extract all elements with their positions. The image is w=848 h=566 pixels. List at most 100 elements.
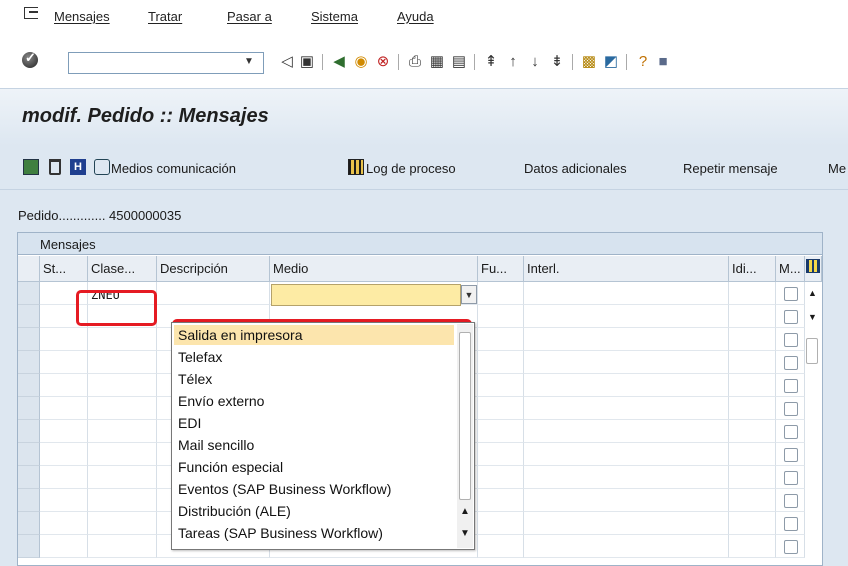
table-cell[interactable] xyxy=(40,443,88,466)
option-eventos-workflow[interactable]: Eventos (SAP Business Workflow) xyxy=(178,481,391,497)
column-header-description[interactable]: Descripción xyxy=(157,256,270,282)
table-cell[interactable] xyxy=(88,489,157,512)
table-cell[interactable] xyxy=(88,420,157,443)
row-selector[interactable] xyxy=(18,397,40,420)
print-icon[interactable]: ⎙ xyxy=(406,52,424,70)
table-cell[interactable] xyxy=(729,351,776,374)
cancel-icon[interactable]: ⊗ xyxy=(374,52,392,70)
table-cell[interactable] xyxy=(776,305,805,328)
row-checkbox[interactable] xyxy=(784,402,798,416)
table-cell[interactable] xyxy=(88,443,157,466)
row-selector[interactable] xyxy=(18,535,40,558)
communication-means-button[interactable]: Medios comunicación xyxy=(111,161,236,176)
table-settings-icon[interactable] xyxy=(806,259,820,273)
first-page-icon[interactable]: ⇞ xyxy=(482,52,500,70)
row-selector[interactable] xyxy=(18,328,40,351)
table-cell[interactable] xyxy=(729,466,776,489)
table-cell[interactable] xyxy=(478,351,524,374)
back-icon[interactable]: ◀ xyxy=(330,52,348,70)
table-cell[interactable] xyxy=(88,397,157,420)
table-cell[interactable] xyxy=(524,420,729,443)
table-cell[interactable] xyxy=(478,374,524,397)
table-cell[interactable] xyxy=(776,466,805,489)
option-funcion-especial[interactable]: Función especial xyxy=(178,459,283,475)
processing-log-icon[interactable] xyxy=(348,159,364,175)
table-cell[interactable] xyxy=(776,351,805,374)
column-header-class[interactable]: Clase... xyxy=(88,256,157,282)
row-checkbox[interactable] xyxy=(784,379,798,393)
menu-pasar-a[interactable]: Pasar a xyxy=(227,9,272,24)
table-cell[interactable] xyxy=(88,328,157,351)
option-tareas-workflow[interactable]: Tareas (SAP Business Workflow) xyxy=(178,525,383,541)
table-cell[interactable] xyxy=(776,443,805,466)
menu-ayuda[interactable]: Ayuda xyxy=(397,9,434,24)
row-selector[interactable] xyxy=(18,420,40,443)
option-envio-externo[interactable]: Envío externo xyxy=(178,393,264,409)
delete-icon[interactable] xyxy=(49,159,61,175)
table-cell[interactable] xyxy=(40,397,88,420)
option-distribucion-ale[interactable]: Distribución (ALE) xyxy=(178,503,291,519)
row-checkbox[interactable] xyxy=(784,287,798,301)
row-selector[interactable] xyxy=(18,466,40,489)
exit-icon[interactable]: ◉ xyxy=(352,52,370,70)
scroll-up-icon[interactable]: ▲ xyxy=(808,288,817,298)
table-cell[interactable] xyxy=(40,420,88,443)
table-cell[interactable] xyxy=(776,489,805,512)
new-session-icon[interactable]: ▩ xyxy=(580,52,598,70)
table-cell[interactable] xyxy=(776,512,805,535)
table-cell[interactable] xyxy=(776,328,805,351)
menu-icon[interactable] xyxy=(24,7,38,19)
table-cell[interactable] xyxy=(729,443,776,466)
table-cell[interactable] xyxy=(524,282,729,305)
help-icon[interactable]: ? xyxy=(634,52,652,70)
layout-menu-icon[interactable]: ■ xyxy=(654,52,672,70)
table-cell[interactable] xyxy=(524,512,729,535)
option-telefax[interactable]: Telefax xyxy=(178,349,222,365)
table-cell[interactable] xyxy=(478,282,524,305)
dropdown-scrollbar[interactable]: ▲ ▼ xyxy=(457,324,473,548)
dropdown-scroll-down-icon[interactable]: ▼ xyxy=(460,528,470,539)
table-cell[interactable] xyxy=(776,420,805,443)
row-selector[interactable] xyxy=(18,443,40,466)
row-selector[interactable] xyxy=(18,489,40,512)
table-cell[interactable] xyxy=(729,282,776,305)
row-checkbox[interactable] xyxy=(784,448,798,462)
menu-mensajes[interactable]: Mensajes xyxy=(54,9,110,24)
row-checkbox[interactable] xyxy=(784,425,798,439)
table-cell[interactable] xyxy=(524,466,729,489)
table-cell[interactable] xyxy=(524,535,729,558)
table-cell[interactable] xyxy=(776,535,805,558)
table-cell[interactable] xyxy=(88,466,157,489)
table-cell[interactable] xyxy=(40,351,88,374)
table-cell[interactable] xyxy=(478,443,524,466)
find-next-icon[interactable]: ▤ xyxy=(450,52,468,70)
more-button[interactable]: Me xyxy=(828,161,846,176)
table-cell[interactable] xyxy=(40,489,88,512)
table-cell[interactable] xyxy=(776,397,805,420)
row-checkbox[interactable] xyxy=(784,471,798,485)
table-cell[interactable] xyxy=(729,535,776,558)
row-checkbox[interactable] xyxy=(784,310,798,324)
table-cell[interactable] xyxy=(157,282,270,305)
option-mail-sencillo[interactable]: Mail sencillo xyxy=(178,437,254,453)
table-cell[interactable] xyxy=(478,328,524,351)
communication-means-icon[interactable] xyxy=(94,159,110,175)
table-cell[interactable] xyxy=(524,443,729,466)
table-cell[interactable] xyxy=(524,374,729,397)
table-cell[interactable] xyxy=(776,374,805,397)
table-cell[interactable] xyxy=(729,397,776,420)
row-checkbox[interactable] xyxy=(784,333,798,347)
last-page-icon[interactable]: ⇟ xyxy=(548,52,566,70)
row-checkbox[interactable] xyxy=(784,494,798,508)
column-header-medium[interactable]: Medio xyxy=(270,256,478,282)
table-cell[interactable] xyxy=(524,397,729,420)
medium-field[interactable] xyxy=(271,284,461,306)
new-entry-icon[interactable] xyxy=(23,159,39,175)
column-header-function[interactable]: Fu... xyxy=(478,256,524,282)
table-cell[interactable] xyxy=(729,328,776,351)
table-cell[interactable] xyxy=(40,512,88,535)
scroll-down-icon[interactable]: ▼ xyxy=(808,312,817,322)
option-salida-impresora[interactable]: Salida en impresora xyxy=(178,327,303,343)
table-cell[interactable] xyxy=(88,351,157,374)
details-icon[interactable]: H xyxy=(70,159,86,175)
